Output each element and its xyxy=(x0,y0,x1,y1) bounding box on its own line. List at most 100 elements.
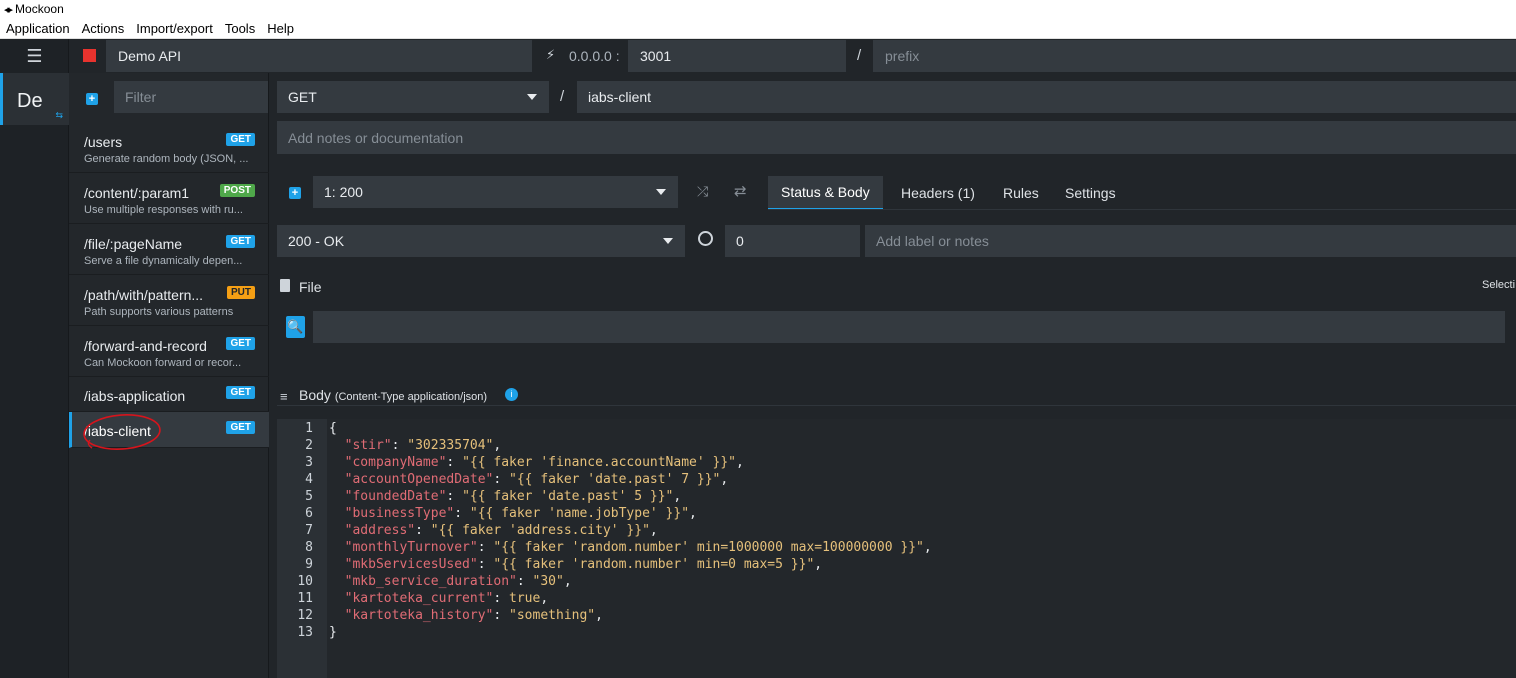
sync-icon: ⇆ xyxy=(55,110,63,120)
method-select[interactable]: GET xyxy=(277,81,549,113)
method-select-value: GET xyxy=(288,89,317,105)
menu-application[interactable]: Application xyxy=(0,21,76,36)
environment-short-name: De xyxy=(17,90,43,112)
route-item[interactable]: /iabs-application GET xyxy=(69,378,269,412)
tab-rules[interactable]: Rules xyxy=(990,176,1052,210)
line-number: 3 xyxy=(305,455,313,470)
tabs-divider xyxy=(768,209,1516,210)
host-label: 0.0.0.0 : xyxy=(569,48,620,64)
file-selection-label: Selecti xyxy=(1482,279,1516,291)
prefix-input[interactable]: prefix xyxy=(873,40,1516,72)
code-line: "accountOpenedDate": "{{ faker 'date.pas… xyxy=(344,472,729,487)
code-line: "companyName": "{{ faker 'finance.accoun… xyxy=(344,455,744,470)
line-number: 7 xyxy=(305,523,313,538)
code-line: { xyxy=(329,421,337,436)
port-input[interactable]: 3001 xyxy=(628,40,846,72)
sequential-icon[interactable]: ⇄ xyxy=(734,182,747,200)
route-item[interactable]: /forward-and-record GET Can Mockoon forw… xyxy=(69,327,269,377)
route-item[interactable]: /path/with/pattern... PUT Path supports … xyxy=(69,276,269,326)
code-line: "foundedDate": "{{ faker 'date.past' 5 }… xyxy=(344,489,682,504)
menu-import-export[interactable]: Import/export xyxy=(130,21,219,36)
route-path: /iabs-application xyxy=(84,388,186,404)
path-slash: / xyxy=(560,88,565,105)
latency-input[interactable]: 0 xyxy=(725,225,860,257)
method-badge: GET xyxy=(226,337,255,350)
route-path: /path/with/pattern... xyxy=(84,287,204,303)
body-editor[interactable]: 1 {2 "stir": "302335704", 3 "companyName":… xyxy=(277,419,1516,678)
add-route-icon[interactable]: + xyxy=(86,93,98,105)
route-item[interactable]: /content/:param1 POST Use multiple respo… xyxy=(69,174,269,224)
line-number: 11 xyxy=(297,591,313,606)
code-line: "mkb_service_duration": "30", xyxy=(344,574,572,589)
route-notes-input[interactable]: Add notes or documentation xyxy=(277,121,1516,154)
code-line: "kartoteka_current": true, xyxy=(344,591,549,606)
route-description: Serve a file dynamically depen... xyxy=(84,255,243,267)
stop-server-icon[interactable] xyxy=(83,49,96,62)
shuffle-icon[interactable]: ⤮ xyxy=(697,183,708,200)
code-line: "monthlyTurnover": "{{ faker 'random.num… xyxy=(344,540,932,555)
mockoon-logo-icon: ◂▸ xyxy=(4,3,13,16)
route-item-active[interactable]: /iabs-client GET xyxy=(69,412,269,450)
menu-tools[interactable]: Tools xyxy=(219,21,261,36)
line-number: 6 xyxy=(305,506,313,521)
file-label: File xyxy=(299,279,322,295)
status-select-value: 200 - OK xyxy=(288,233,345,249)
response-label-input[interactable]: Add label or notes xyxy=(865,225,1516,257)
line-number: 2 xyxy=(305,438,313,453)
status-select[interactable]: 200 - OK xyxy=(277,225,685,257)
method-badge: POST xyxy=(219,184,255,197)
chevron-down-icon xyxy=(656,189,666,195)
line-number: 12 xyxy=(297,608,313,623)
route-path: /content/:param1 xyxy=(84,185,190,201)
body-label: Body xyxy=(299,387,331,403)
chevron-down-icon xyxy=(663,238,673,244)
plug-icon: ⚡ xyxy=(546,47,556,62)
menubar: Application Actions Import/export Tools … xyxy=(0,18,1516,39)
line-number: 13 xyxy=(297,625,313,640)
environment-name-input[interactable]: Demo API xyxy=(106,40,532,72)
body-divider xyxy=(277,405,1516,406)
response-select-value: 1: 200 xyxy=(324,184,363,200)
route-path: /forward-and-record xyxy=(84,338,207,354)
environments-sidebar: ☰ De ⇆ xyxy=(0,39,69,678)
menu-icon[interactable]: ☰ xyxy=(0,39,69,73)
tab-settings[interactable]: Settings xyxy=(1052,176,1129,210)
method-badge: GET xyxy=(226,235,255,248)
info-icon[interactable]: i xyxy=(505,388,518,401)
code-line: "kartoteka_history": "something", xyxy=(344,608,603,623)
body-lines-icon: ≡ xyxy=(280,389,288,404)
line-number: 4 xyxy=(305,472,313,487)
code-line: "address": "{{ faker 'address.city' }}", xyxy=(344,523,658,538)
menu-actions[interactable]: Actions xyxy=(76,21,131,36)
tab-status-body[interactable]: Status & Body xyxy=(768,176,883,210)
add-response-icon[interactable]: + xyxy=(289,187,301,199)
body-content-type: (Content-Type application/json) xyxy=(334,391,488,403)
body-label-row: Body (Content-Type application/json) xyxy=(299,387,487,403)
route-description: Use multiple responses with ru... xyxy=(84,204,243,216)
environment-item[interactable]: De ⇆ xyxy=(0,73,69,125)
menu-help[interactable]: Help xyxy=(261,21,300,36)
line-number: 1 xyxy=(305,421,313,436)
window-title: Mockoon xyxy=(15,2,64,16)
clock-icon xyxy=(698,231,713,246)
response-select[interactable]: 1: 200 xyxy=(313,176,678,208)
route-path-input[interactable]: iabs-client xyxy=(577,81,1516,113)
method-badge: GET xyxy=(226,386,255,399)
method-badge: PUT xyxy=(227,286,255,299)
code-line: } xyxy=(329,625,337,640)
route-filter-input[interactable]: Filter xyxy=(114,81,268,113)
line-number: 5 xyxy=(305,489,313,504)
window-titlebar: ◂▸ Mockoon xyxy=(0,0,1516,18)
route-item[interactable]: /file/:pageName GET Serve a file dynamic… xyxy=(69,225,269,275)
red-circle-annotation xyxy=(83,414,161,450)
route-path: /file/:pageName xyxy=(84,236,183,252)
method-badge: GET xyxy=(226,133,255,146)
route-item[interactable]: /users GET Generate random body (JSON, .… xyxy=(69,123,269,173)
route-description: Generate random body (JSON, ... xyxy=(84,153,249,165)
tab-headers[interactable]: Headers (1) xyxy=(888,176,988,210)
route-path: /users xyxy=(84,134,123,150)
file-path-input[interactable] xyxy=(313,311,1505,343)
file-icon xyxy=(280,279,290,292)
line-number: 9 xyxy=(305,557,313,572)
file-browse-icon[interactable]: 🔍 xyxy=(286,316,305,338)
